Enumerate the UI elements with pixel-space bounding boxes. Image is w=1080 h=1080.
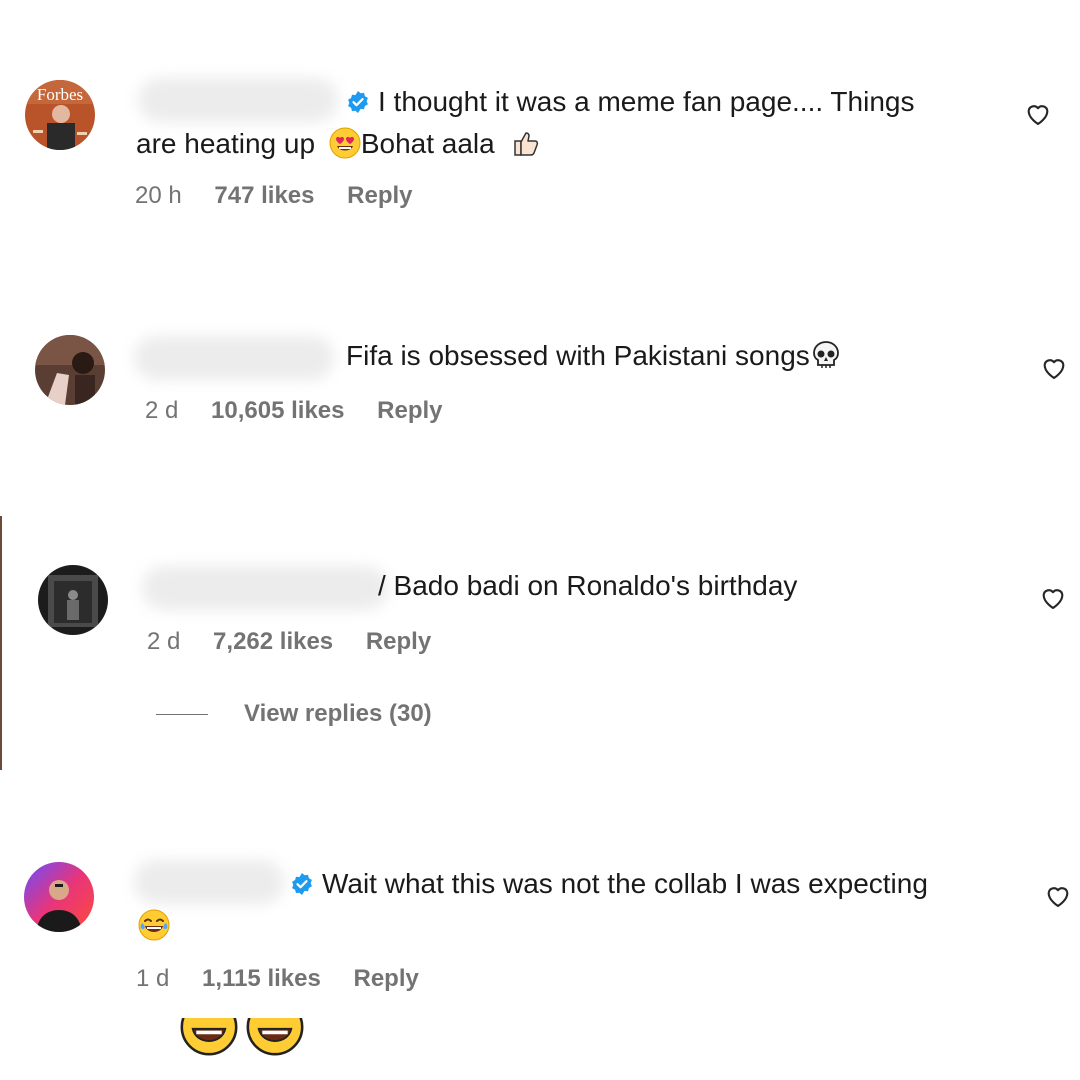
likes-count[interactable]: 10,605 likes bbox=[211, 397, 344, 424]
reply-button[interactable]: Reply bbox=[354, 965, 419, 992]
reply-button[interactable]: Reply bbox=[377, 397, 442, 424]
comment-timestamp: 2 d bbox=[147, 628, 181, 655]
username-redacted bbox=[142, 566, 388, 610]
comment-text: Fifa is obsessed with Pakistani songs bbox=[346, 336, 842, 376]
comment-text-line1: I thought it was a meme fan page.... Thi… bbox=[378, 86, 915, 117]
comment-text-line1: / Bado badi on Ronaldo's birthday bbox=[378, 570, 798, 601]
likes-count[interactable]: 747 likes bbox=[214, 182, 314, 209]
avatar[interactable] bbox=[35, 335, 105, 405]
comment-text-continued: are heating up Bohat aala bbox=[136, 124, 541, 164]
reply-button[interactable]: Reply bbox=[366, 628, 431, 655]
heart-eyes-emoji bbox=[329, 127, 361, 159]
username-redacted bbox=[134, 336, 334, 380]
comment-text: I thought it was a meme fan page.... Thi… bbox=[346, 82, 914, 122]
comment-text-line1: Fifa is obsessed with Pakistani songs bbox=[346, 340, 810, 371]
username-redacted bbox=[134, 860, 284, 904]
comment-timestamp: 2 d bbox=[145, 397, 179, 424]
thumbs-up-emoji bbox=[509, 127, 541, 159]
comment-text-continued bbox=[138, 906, 170, 946]
avatar[interactable]: Forbes bbox=[25, 80, 95, 150]
view-replies-label: View replies (30) bbox=[244, 700, 432, 727]
reply-button[interactable]: Reply bbox=[347, 182, 412, 209]
likes-count[interactable]: 7,262 likes bbox=[213, 628, 333, 655]
next-comment-emojis bbox=[180, 1018, 312, 1058]
skull-emoji bbox=[810, 339, 842, 371]
avatar[interactable] bbox=[38, 565, 108, 635]
tears-of-joy-emoji bbox=[138, 909, 170, 941]
comment-meta: 20 h 747 likes Reply bbox=[135, 182, 439, 210]
likes-count[interactable]: 1,115 likes bbox=[202, 965, 321, 992]
heart-eyes-emoji bbox=[180, 1018, 238, 1056]
verified-badge-icon bbox=[346, 90, 370, 114]
view-replies-button[interactable]: View replies (30) bbox=[156, 700, 432, 728]
avatar[interactable] bbox=[24, 862, 94, 932]
comment-meta: 1 d 1,115 likes Reply bbox=[136, 965, 445, 993]
page-edge-divider bbox=[0, 516, 2, 770]
username-redacted bbox=[138, 78, 338, 122]
comment-timestamp: 20 h bbox=[135, 182, 182, 209]
verified-badge-icon bbox=[290, 872, 314, 896]
comment-text-line1: Wait what this was not the collab I was … bbox=[322, 868, 928, 899]
view-replies-divider bbox=[156, 714, 208, 716]
heart-outline-icon[interactable] bbox=[1040, 354, 1068, 382]
comment-text: Wait what this was not the collab I was … bbox=[290, 864, 928, 904]
heart-outline-icon[interactable] bbox=[1039, 584, 1067, 612]
heart-outline-icon[interactable] bbox=[1024, 100, 1052, 128]
comment-timestamp: 1 d bbox=[136, 965, 170, 992]
heart-eyes-emoji bbox=[246, 1018, 304, 1056]
comment-text: / Bado badi on Ronaldo's birthday bbox=[378, 566, 797, 606]
avatar-label: Forbes bbox=[37, 85, 83, 104]
comment-meta: 2 d 7,262 likes Reply bbox=[147, 628, 457, 656]
comment-text-line2a: are heating up bbox=[136, 128, 316, 159]
comment-meta: 2 d 10,605 likes Reply bbox=[145, 397, 469, 425]
comment-text-line2b: Bohat aala bbox=[360, 128, 495, 159]
heart-outline-icon[interactable] bbox=[1044, 882, 1072, 910]
